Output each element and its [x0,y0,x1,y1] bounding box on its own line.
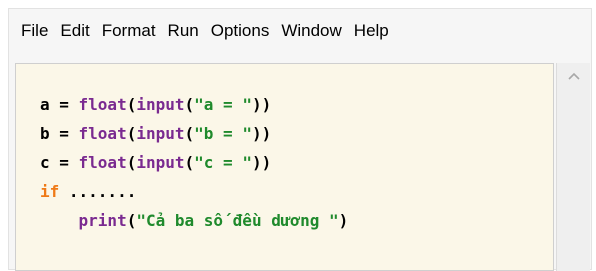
menu-file[interactable]: File [15,21,54,41]
code-token-plain: ( [126,95,137,114]
code-token-plain: ....... [59,182,137,201]
code-token-plain: ( [184,153,195,172]
code-token-string: "a = " [194,95,252,114]
code-token-keyword: if [40,182,60,201]
code-text[interactable]: a = float(input("a = ")) b = float(input… [40,90,348,235]
code-token-plain: ( [126,153,137,172]
menu-bar: File Edit Format Run Options Window Help [9,9,591,53]
chevron-up-icon [567,68,581,86]
code-line: print("Cả ba số đều dương ") [40,211,349,230]
code-line: c = float(input("c = ")) [40,153,271,172]
menu-edit[interactable]: Edit [54,21,95,41]
menu-options[interactable]: Options [205,21,276,41]
code-token-builtin: float [78,153,127,172]
code-token-plain: a = [40,95,79,114]
menu-window[interactable]: Window [275,21,347,41]
code-token-plain: )) [251,124,272,143]
code-editor[interactable]: a = float(input("a = ")) b = float(input… [15,63,554,271]
code-token-plain: ( [184,124,195,143]
code-token-plain: ( [126,124,137,143]
menu-format[interactable]: Format [96,21,162,41]
idle-editor-window: File Edit Format Run Options Window Help… [8,8,592,271]
code-token-string: "Cả ba số đều dương " [136,211,339,230]
menu-help[interactable]: Help [348,21,395,41]
menu-run[interactable]: Run [162,21,205,41]
code-line: b = float(input("b = ")) [40,124,271,143]
code-line: if ....... [40,182,136,201]
code-token-plain: )) [251,95,272,114]
code-token-builtin: float [78,124,127,143]
code-token-plain: c = [40,153,79,172]
code-token-builtin: input [136,153,185,172]
code-token-builtin: print [78,211,127,230]
code-token-builtin: input [136,95,185,114]
code-token-builtin: input [136,124,185,143]
code-token-plain: )) [251,153,272,172]
scroll-up-button[interactable] [557,63,590,91]
code-line: a = float(input("a = ")) [40,95,271,114]
code-token-plain: b = [40,124,79,143]
code-token-builtin: float [78,95,127,114]
vertical-scrollbar[interactable] [556,63,590,271]
code-token-plain: ( [126,211,137,230]
code-token-plain: ) [338,211,349,230]
code-token-string: "c = " [194,153,252,172]
code-token-string: "b = " [194,124,252,143]
code-token-plain: ( [184,95,195,114]
